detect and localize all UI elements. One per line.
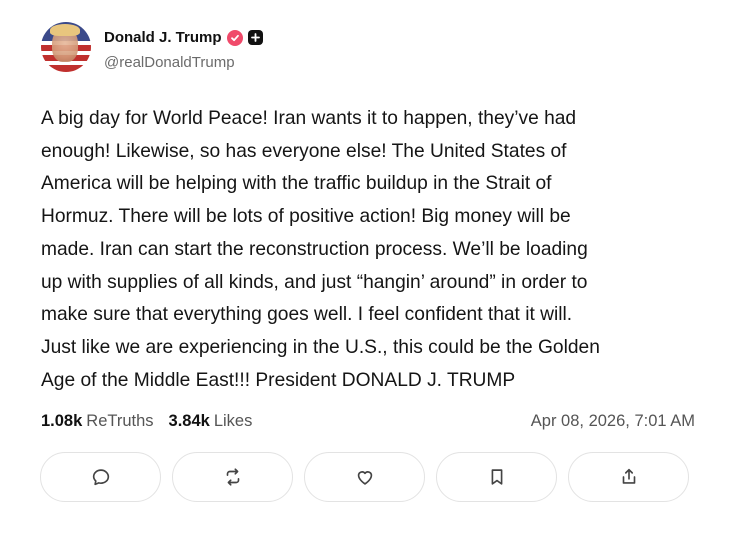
likes-count[interactable]: 3.84k: [169, 412, 210, 431]
repost-icon: [226, 468, 239, 486]
comment-icon: [92, 469, 109, 486]
retruths-count[interactable]: 1.08k: [41, 412, 82, 431]
author-name-row: Donald J. Trump: [104, 29, 263, 46]
retruth-button[interactable]: [172, 452, 293, 502]
post-stats: 1.08k ReTruths 3.84k Likes Apr 08, 2026,…: [41, 412, 695, 431]
post-timestamp[interactable]: Apr 08, 2026, 7:01 AM: [531, 412, 695, 431]
action-bar: [40, 452, 689, 502]
plus-badge-icon: [247, 30, 263, 45]
share-icon: [622, 468, 635, 484]
author-display-name[interactable]: Donald J. Trump: [104, 29, 222, 46]
bookmark-icon: [491, 469, 502, 485]
retruths-label[interactable]: ReTruths: [86, 412, 153, 431]
author-handle[interactable]: @realDonaldTrump: [104, 54, 235, 71]
avatar[interactable]: [41, 22, 91, 72]
avatar-hair: [50, 24, 80, 36]
post-card: Donald J. Trump @realDonaldTrump A big d…: [0, 0, 737, 539]
share-button[interactable]: [568, 452, 689, 502]
bookmark-button[interactable]: [436, 452, 557, 502]
like-button[interactable]: [304, 452, 425, 502]
heart-icon: [357, 471, 372, 485]
likes-label[interactable]: Likes: [214, 412, 253, 431]
post-body-text: A big day for World Peace! Iran wants it…: [41, 108, 600, 391]
reply-button[interactable]: [40, 452, 161, 502]
verified-badge-icon: [226, 29, 243, 46]
